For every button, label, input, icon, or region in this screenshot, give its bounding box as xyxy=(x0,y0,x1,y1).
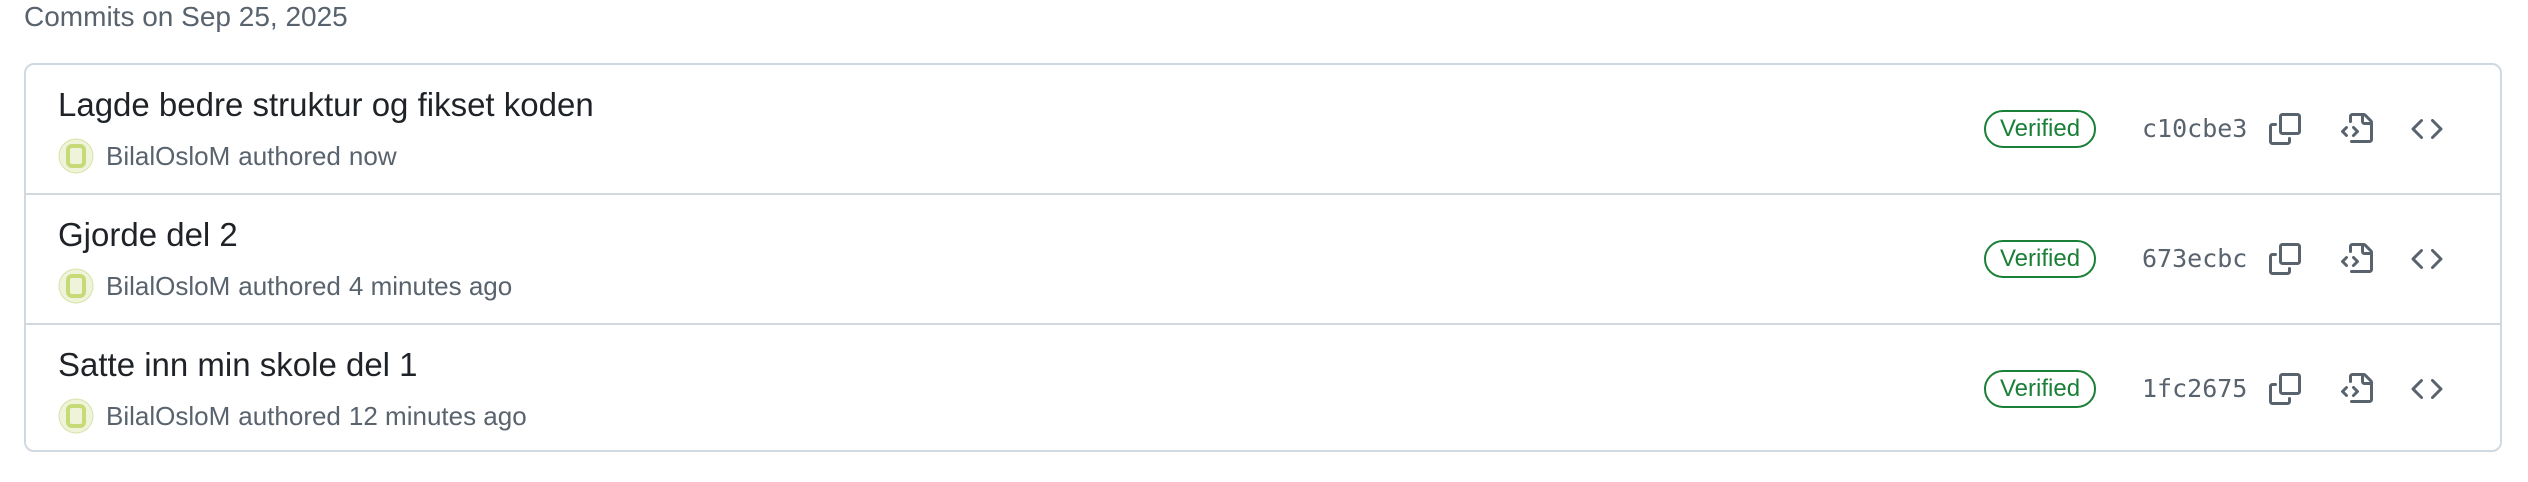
browse-repo-at-commit-button[interactable] xyxy=(2407,369,2447,409)
verified-badge[interactable]: Verified xyxy=(1984,110,2097,148)
code-icon xyxy=(2411,248,2443,270)
view-commit-files-button[interactable] xyxy=(2337,369,2377,409)
commit-sha-link[interactable]: 1fc2675 xyxy=(2142,371,2247,407)
commit-meta: BilalOsloM authored now xyxy=(58,136,397,176)
verified-badge[interactable]: Verified xyxy=(1984,240,2097,278)
file-code-icon xyxy=(2341,243,2373,273)
verified-badge[interactable]: Verified xyxy=(1984,370,2097,408)
code-icon xyxy=(2411,378,2443,400)
commit-sha-link[interactable]: c10cbe3 xyxy=(2142,111,2247,147)
view-commit-files-button[interactable] xyxy=(2337,109,2377,149)
authored-label: authored xyxy=(238,400,341,431)
commits-date-heading: Commits on Sep 25, 2025 xyxy=(24,1,348,32)
commit-time: now xyxy=(348,140,397,171)
commit-title-link[interactable]: Lagde bedre struktur og fikset koden xyxy=(58,85,594,125)
commit-time: 4 minutes ago xyxy=(348,270,513,301)
avatar[interactable] xyxy=(58,138,94,174)
copy-sha-button[interactable] xyxy=(2265,109,2305,149)
commit-time: 12 minutes ago xyxy=(348,400,527,431)
copy-sha-button[interactable] xyxy=(2265,239,2305,279)
commit-meta: BilalOsloM authored 4 minutes ago xyxy=(58,266,512,306)
browse-repo-at-commit-button[interactable] xyxy=(2407,109,2447,149)
commit-title-link[interactable]: Satte inn min skole del 1 xyxy=(58,345,418,385)
commit-title-link[interactable]: Gjorde del 2 xyxy=(58,215,238,255)
commit-row: Satte inn min skole del 1 BilalOsloM aut… xyxy=(26,325,2500,450)
file-code-icon xyxy=(2341,373,2373,403)
view-commit-files-button[interactable] xyxy=(2337,239,2377,279)
copy-icon xyxy=(2269,113,2301,145)
authored-label: authored xyxy=(238,140,341,171)
author-link[interactable]: BilalOsloM xyxy=(106,271,230,302)
browse-repo-at-commit-button[interactable] xyxy=(2407,239,2447,279)
copy-sha-button[interactable] xyxy=(2265,369,2305,409)
avatar[interactable] xyxy=(58,398,94,434)
author-link[interactable]: BilalOsloM xyxy=(106,141,230,172)
author-link[interactable]: BilalOsloM xyxy=(106,401,230,432)
commit-sha-link[interactable]: 673ecbc xyxy=(2142,241,2247,277)
avatar[interactable] xyxy=(58,268,94,304)
copy-icon xyxy=(2269,373,2301,405)
commit-row: Lagde bedre struktur og fikset koden Bil… xyxy=(26,65,2500,195)
copy-icon xyxy=(2269,243,2301,275)
code-icon xyxy=(2411,118,2443,140)
authored-label: authored xyxy=(238,270,341,301)
commit-row: Gjorde del 2 BilalOsloM authored 4 minut… xyxy=(26,195,2500,325)
commit-list: Lagde bedre struktur og fikset koden Bil… xyxy=(24,63,2502,452)
file-code-icon xyxy=(2341,113,2373,143)
commit-meta: BilalOsloM authored 12 minutes ago xyxy=(58,396,527,436)
